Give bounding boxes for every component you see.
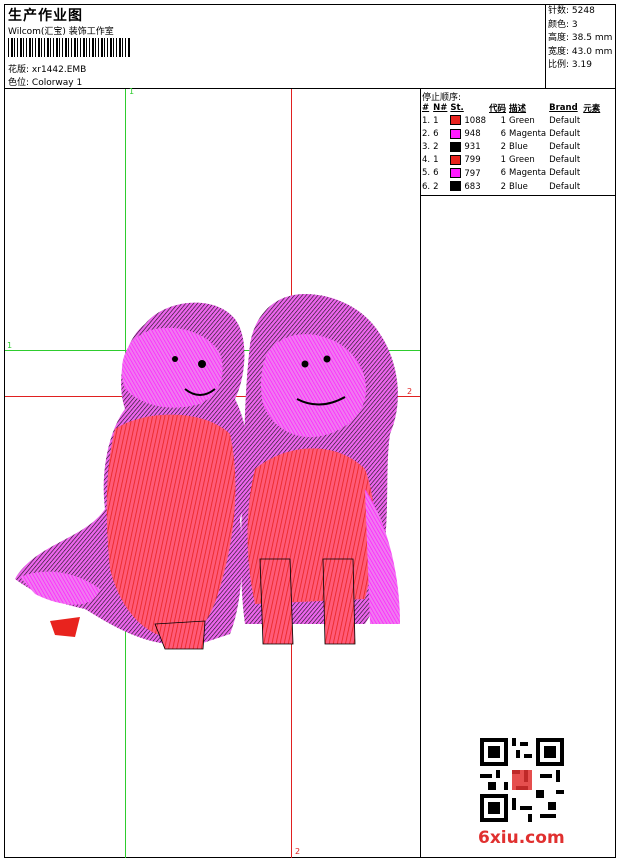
row-index: 2. (422, 128, 431, 139)
row-brand: Default (549, 128, 581, 139)
stop-sequence-table: # N# St. 代码 描述 Brand 元素 1. 1 1088 1 Green Def… (422, 101, 603, 193)
row-stitches: 683 (464, 181, 481, 192)
row-element (583, 180, 603, 193)
company-name: Wilcom(汇宝) 装饰工作室 (8, 27, 114, 37)
row-description: Green (509, 155, 535, 166)
row-index: 1. (422, 115, 431, 126)
color-swatch (450, 181, 462, 192)
qr-code (480, 738, 564, 822)
stat-width: 宽度: 43.0 mm (548, 46, 613, 57)
sidebar-divider (420, 88, 421, 858)
col-brand: Brand (549, 102, 578, 113)
col-index: # (422, 102, 430, 113)
row-brand: Default (549, 115, 581, 126)
color-swatch (450, 168, 462, 179)
row-needle: 6 (433, 168, 439, 179)
left-dog (15, 302, 249, 650)
color-swatch (450, 141, 462, 152)
col-needle: N# (433, 102, 448, 113)
row-needle: 6 (433, 128, 439, 139)
row-element (583, 127, 603, 140)
stats-divider (545, 4, 546, 88)
row-code: 1 (500, 155, 507, 166)
stat-scale: 比例: 3.19 (548, 60, 592, 70)
row-description: Blue (509, 181, 528, 192)
table-row: 2. 6 948 6 Magenta Default (422, 127, 603, 140)
row-index: 3. (422, 141, 431, 152)
color-swatch (450, 115, 462, 126)
col-element: 元素 (583, 103, 601, 114)
row-stitches: 799 (464, 155, 481, 166)
row-brand: Default (549, 168, 581, 179)
row-brand: Default (549, 155, 581, 166)
stats-panel: 针数: 5248 颜色: 3 高度: 38.5 mm 宽度: 43.0 mm 比… (548, 5, 612, 73)
row-element (583, 167, 603, 180)
row-code: 6 (500, 168, 507, 179)
colorway-label: 色位: (8, 78, 30, 88)
color-swatch (450, 154, 462, 165)
table-row: 6. 2 683 2 Blue Default (422, 180, 603, 193)
col-stitches: St. (450, 102, 464, 113)
embroidery-design-two-dogs (15, 294, 400, 650)
colorway-value: Colorway 1 (31, 78, 83, 88)
row-brand: Default (549, 141, 581, 152)
right-dog (240, 294, 400, 645)
table-row: 1. 1 1088 1 Green Default (422, 114, 603, 127)
color-swatch (450, 128, 462, 139)
row-needle: 1 (433, 155, 439, 166)
row-index: 5. (422, 168, 431, 179)
design-line: 花版: xr1442.EMB (8, 62, 86, 75)
stat-stitches: 针数: 5248 (548, 6, 595, 16)
row-description: Magenta (509, 128, 547, 139)
row-code: 2 (500, 141, 507, 152)
col-description: 描述 (509, 103, 527, 114)
row-description: Magenta (509, 168, 547, 179)
row-stitches: 948 (464, 129, 481, 140)
design-label: 花版: (8, 65, 30, 75)
row-stitches-cell: 931 (450, 140, 489, 153)
row-stitches-cell: 948 (450, 127, 489, 140)
row-element (583, 154, 603, 167)
stat-height: 高度: 38.5 mm (548, 33, 613, 43)
row-code: 2 (500, 181, 507, 192)
row-index: 4. (422, 155, 431, 166)
row-description: Green (509, 115, 535, 126)
row-element (583, 114, 603, 127)
row-stitches-cell: 797 (450, 167, 489, 180)
watermark-site: 6xiu.com (478, 828, 565, 848)
table-row: 4. 1 799 1 Green Default (422, 154, 603, 167)
row-element (583, 140, 603, 153)
row-stitches-cell: 1088 (450, 114, 489, 127)
table-header-row: # N# St. 代码 描述 Brand 元素 (422, 101, 603, 114)
design-canvas: 1 1 2 2 (5, 87, 420, 858)
row-description: Blue (509, 141, 528, 152)
row-needle: 2 (433, 141, 439, 152)
table-row: 5. 6 797 6 Magenta Default (422, 167, 603, 180)
row-brand: Default (549, 181, 581, 192)
colorway-line: 色位: Colorway 1 (8, 75, 82, 88)
page-title: 生产作业图 (8, 8, 83, 24)
row-code: 1 (500, 115, 507, 126)
row-stitches-cell: 683 (450, 180, 489, 193)
row-index: 6. (422, 181, 431, 192)
row-stitches: 931 (464, 142, 481, 153)
row-needle: 2 (433, 181, 439, 192)
table-row: 3. 2 931 2 Blue Default (422, 140, 603, 153)
row-code: 6 (500, 128, 507, 139)
row-stitches-cell: 799 (450, 154, 489, 167)
col-code: 代码 (489, 103, 507, 114)
design-value: xr1442.EMB (31, 65, 87, 75)
row-stitches: 1088 (464, 115, 487, 126)
stat-colors: 颜色: 3 (548, 19, 578, 30)
row-stitches: 797 (464, 168, 481, 179)
sequence-divider (420, 195, 616, 196)
barcode (8, 38, 130, 57)
row-needle: 1 (433, 115, 439, 126)
